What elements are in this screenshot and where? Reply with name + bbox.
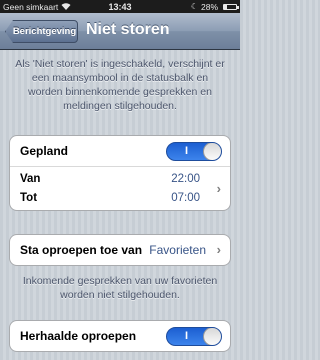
scheduled-row: Gepland I — [10, 136, 230, 166]
carrier-label: Geen simkaart — [3, 1, 59, 12]
from-value: 22:00 — [171, 172, 200, 185]
toggle-knob — [203, 328, 221, 345]
from-label: Van — [20, 172, 41, 185]
allow-calls-value: Favorieten — [149, 243, 206, 257]
navigation-bar: Berichtgeving Niet storen — [0, 13, 240, 50]
wifi-icon — [61, 2, 71, 12]
toggle-on-mark: I — [185, 145, 189, 157]
scheduled-toggle[interactable]: I — [166, 142, 222, 161]
to-label: Tot — [20, 191, 38, 204]
to-line: Tot 07:00 — [20, 189, 200, 208]
intro-description: Als 'Niet storen' is ingeschakeld, versc… — [15, 58, 225, 112]
battery-icon — [223, 3, 239, 10]
scheduled-group: Gepland I Van 22:00 Tot 07:00 › — [9, 135, 231, 211]
allow-calls-label: Sta oproepen toe van — [20, 243, 143, 257]
repeated-calls-toggle[interactable]: I — [166, 327, 222, 346]
page-title: Niet storen — [86, 21, 170, 38]
repeated-calls-label: Herhaalde oproepen — [20, 329, 137, 343]
toggle-on-mark: I — [185, 330, 189, 342]
clock: 13:43 — [108, 1, 132, 12]
allow-calls-group: Sta oproepen toe van Favorieten › — [9, 234, 231, 266]
from-line: Van 22:00 — [20, 170, 200, 189]
allow-calls-row[interactable]: Sta oproepen toe van Favorieten › — [10, 235, 230, 265]
status-bar: Geen simkaart 13:43 ☾ 28% — [0, 0, 240, 13]
moon-icon: ☾ — [190, 2, 198, 11]
chevron-right-icon: › — [216, 181, 221, 196]
toggle-knob — [203, 143, 221, 160]
back-button[interactable]: Berichtgeving — [5, 20, 78, 43]
schedule-times-row[interactable]: Van 22:00 Tot 07:00 › — [10, 166, 230, 210]
battery-percentage: 28% — [200, 1, 218, 12]
allow-calls-footnote: Inkomende gesprekken van uw favorieten w… — [22, 275, 218, 301]
chevron-right-icon: › — [216, 242, 221, 257]
repeated-calls-row: Herhaalde oproepen I — [10, 321, 230, 351]
to-value: 07:00 — [171, 191, 200, 204]
repeated-calls-group: Herhaalde oproepen I — [9, 320, 231, 352]
scheduled-label: Gepland — [20, 144, 69, 158]
